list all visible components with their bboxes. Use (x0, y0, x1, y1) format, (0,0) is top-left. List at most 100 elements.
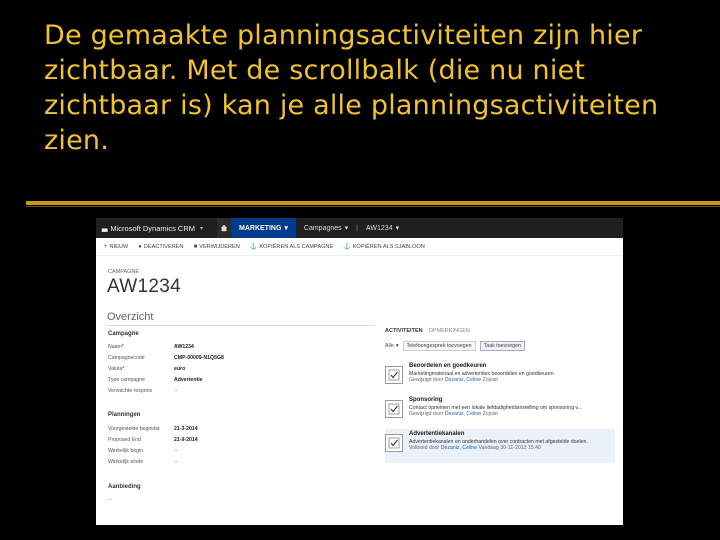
chevron-down-icon: ▾ (344, 225, 349, 232)
slide-divider (26, 201, 720, 207)
copy-as-campaign-button[interactable]: ⚓ KOPIËREN ALS CAMPAGNE (249, 243, 334, 251)
command-bar: + NIEUW ● DEACTIVEREN ■ VERWIJDEREN ⚓ KO… (96, 238, 623, 256)
field-value: euro (174, 366, 186, 372)
record-title: AW1234 (107, 276, 181, 297)
field-value: Advertentie (174, 377, 203, 383)
group-title-offer: Aanbieding (108, 484, 141, 490)
trash-icon: ■ (193, 243, 198, 250)
activities-panel: ACTIVITEITEN OPMERKINGEN Alle ▾ Telefoon… (385, 328, 615, 463)
tab-activities[interactable]: ACTIVITEITEN (385, 328, 423, 334)
field-label: Campagnecode (108, 355, 145, 361)
deactivate-label: DEACTIVEREN (143, 243, 184, 250)
add-phone-call-button[interactable]: Telefoongesprek toevoegen (402, 341, 476, 351)
field-value: -- (174, 459, 178, 465)
nav-record[interactable]: AW1234 ▾ (358, 218, 407, 238)
new-label: NIEUW (109, 243, 129, 250)
field-value: -- (174, 388, 178, 394)
crm-navbar: ▃ Microsoft Dynamics CRM ▾ MARKETING ▾ C… (96, 218, 623, 238)
group-title-campaign: Campagne (108, 331, 139, 337)
home-icon (220, 224, 228, 232)
activity-owner-link[interactable]: Dezaniz, Celine (445, 411, 481, 417)
activity-item[interactable]: Advertentiekanalen Advertentiekanalen en… (385, 429, 615, 463)
activity-body: Sponsoring Contact opnemen met een lokal… (409, 397, 582, 429)
field-offer[interactable]: -- (108, 497, 258, 506)
section-underline (107, 325, 375, 326)
nav-campaigns-label: Campagnes (303, 224, 342, 232)
field-label-text: Naam (108, 344, 122, 350)
chevron-down-icon: ▾ (284, 225, 288, 232)
activity-meta: Voltooid door Dezaniz, Celine Vandaag 30… (409, 445, 588, 452)
field-actual-start[interactable]: Werkelijk begin -- (108, 448, 258, 457)
activity-body: Beoordelen en goedkeuren Marketingmateri… (409, 363, 555, 395)
copy-as-template-label: KOPIËREN ALS SJABLOON (352, 243, 425, 250)
field-proposed-start[interactable]: Voorgestelde begindat 21-3-2014 (108, 426, 258, 435)
activity-meta-prefix: Voltooid door (409, 445, 440, 451)
activity-title[interactable]: Advertentiekanalen (409, 431, 588, 439)
field-value: CMP-00009-N1Q5G8 (174, 355, 224, 361)
copy-as-template-button[interactable]: ⚓ KOPIËREN ALS SJABLOON (343, 243, 425, 251)
field-label: Proposed End (108, 437, 141, 443)
required-mark: * (121, 344, 124, 350)
field-name[interactable]: Naam* AW1234 (108, 344, 258, 353)
copy-icon: ⚓ (249, 244, 258, 250)
field-label: Voorgestelde begindat (108, 426, 160, 432)
nav-record-label: AW1234 (366, 224, 393, 232)
chevron-down-icon: ▾ (199, 225, 203, 232)
activity-title[interactable]: Sponsoring (409, 397, 582, 405)
app-logo[interactable]: ▃ Microsoft Dynamics CRM ▾ (102, 224, 203, 233)
field-proposed-end[interactable]: Proposed End 21-9-2014 (108, 437, 258, 446)
field-currency[interactable]: Valuta* euro (108, 366, 258, 375)
activity-meta-prefix: Gewijzigd door (409, 411, 444, 417)
nav-marketing[interactable]: MARKETING ▾ (231, 218, 296, 238)
field-label: Type campagne (108, 377, 145, 383)
delete-label: VERWIJDEREN (199, 243, 240, 250)
nav-campaigns[interactable]: Campagnes ▾ (296, 218, 356, 238)
deactivate-button[interactable]: ● DEACTIVEREN (138, 244, 183, 250)
field-expected-response[interactable]: Verwachte respons -- (108, 388, 258, 397)
activity-meta: Gewijzigd door Dezaniz, Celine Zojuist (409, 411, 582, 418)
activity-owner-link[interactable]: Dezaniz, Celine (445, 377, 481, 383)
chevron-down-icon: ▾ (395, 343, 399, 349)
copy-as-campaign-label: KOPIËREN ALS CAMPAGNE (259, 243, 334, 250)
chevron-down-icon: ▾ (395, 225, 400, 232)
activity-time: Vandaag 30-11-2013 15:40 (478, 445, 541, 451)
field-label: Verwachte respons (108, 388, 153, 394)
field-value: -- (108, 497, 112, 503)
field-label: Valuta* (108, 366, 174, 375)
activity-owner-link[interactable]: Dezaniz, Celine (441, 445, 477, 451)
activity-time: Zojuist (482, 377, 498, 383)
field-actual-end[interactable]: Werkelijk einde -- (108, 459, 258, 468)
activity-filter-bar: Alle ▾ Telefoongesprek toevoegen Taak to… (385, 341, 615, 351)
section-title: Overzicht (107, 311, 154, 323)
copy-icon: ⚓ (343, 244, 351, 250)
activity-list: Beoordelen en goedkeuren Marketingmateri… (385, 361, 615, 463)
activity-title[interactable]: Beoordelen en goedkeuren (409, 363, 555, 371)
task-icon (385, 400, 403, 418)
field-label-text: Valuta (108, 366, 123, 372)
app-name: Microsoft Dynamics CRM (110, 223, 195, 233)
entity-label: CAMPAGNE (108, 269, 140, 275)
field-label: Naam* (108, 344, 174, 353)
new-button[interactable]: + NIEUW (104, 244, 128, 250)
deactivate-icon: ● (138, 243, 142, 250)
activity-meta-prefix: Gewijzigd door (409, 377, 444, 383)
tab-notes[interactable]: OPMERKINGEN (429, 328, 470, 334)
home-button[interactable] (217, 218, 231, 238)
field-label: Werkelijk begin (108, 448, 144, 454)
activity-item[interactable]: Beoordelen en goedkeuren Marketingmateri… (385, 361, 615, 395)
activity-item[interactable]: Sponsoring Contact opnemen met een lokal… (385, 395, 615, 429)
filter-value: Alle (385, 343, 394, 349)
field-campaign-code[interactable]: Campagnecode CMP-00009-N1Q5G8 (108, 355, 258, 364)
activity-meta: Gewijzigd door Dezaniz, Celine Zojuist (409, 377, 555, 384)
add-task-button[interactable]: Taak toevoegen (479, 341, 526, 351)
delete-button[interactable]: ■ VERWIJDEREN (194, 244, 240, 250)
dynamics-logo-icon: ▃ (102, 225, 108, 232)
nav-marketing-label: MARKETING (239, 224, 282, 232)
activity-time: Zojuist (482, 411, 498, 417)
required-mark: * (122, 366, 125, 372)
field-label: Werkelijk einde (108, 459, 144, 465)
field-value: 21-3-2014 (174, 426, 198, 432)
field-value: 21-9-2014 (174, 437, 198, 443)
activity-filter-select[interactable]: Alle ▾ (385, 343, 399, 349)
field-campaign-type[interactable]: Type campagne Advertentie (108, 377, 258, 386)
